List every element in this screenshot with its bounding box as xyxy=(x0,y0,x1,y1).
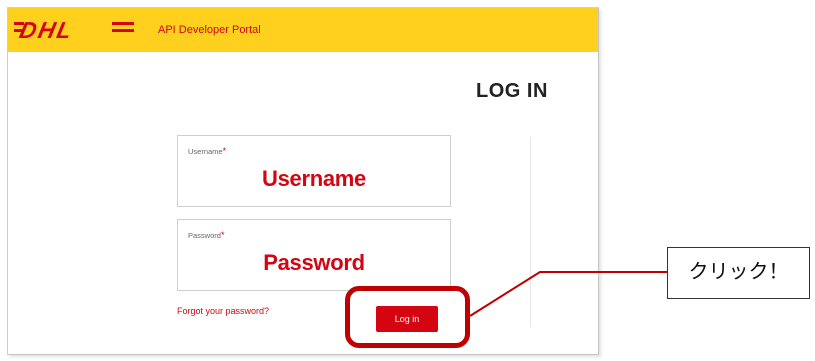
click-callout-box: クリック！ xyxy=(667,247,810,299)
callout-connector-line xyxy=(469,271,667,317)
callout-text: クリック！ xyxy=(688,261,789,283)
